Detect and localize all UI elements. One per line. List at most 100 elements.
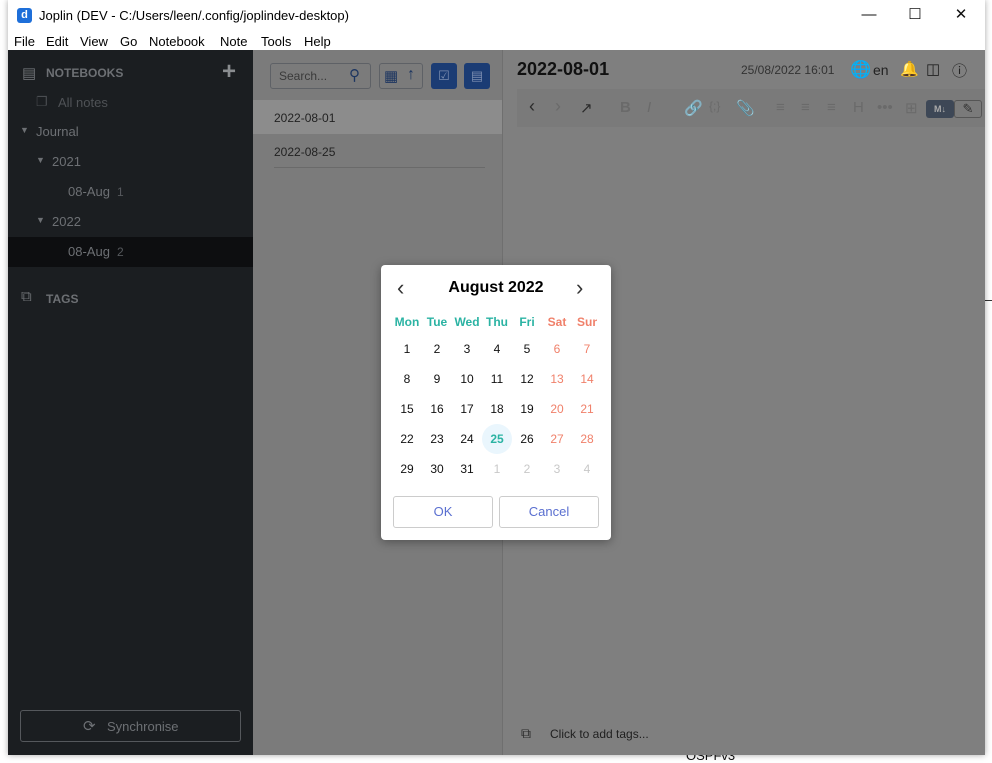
day-cell[interactable]: 7 [572, 335, 602, 363]
chevron-down-icon[interactable]: ▼ [36, 155, 45, 165]
day-cell[interactable]: 31 [452, 455, 482, 483]
bold-icon[interactable]: B [620, 99, 631, 116]
ok-button[interactable]: OK [393, 496, 493, 528]
menu-file[interactable]: File [14, 34, 35, 49]
rich-text-toggle-button[interactable]: ✎ [954, 100, 982, 118]
add-notebook-button[interactable]: + [222, 58, 236, 86]
next-month-button[interactable]: › [576, 275, 583, 301]
code-icon[interactable]: {;} [709, 99, 720, 113]
menu-go[interactable]: Go [120, 34, 137, 49]
day-cell[interactable]: 3 [542, 455, 572, 483]
day-cell[interactable]: 6 [542, 335, 572, 363]
menu-notebook[interactable]: Notebook [149, 34, 205, 49]
note-title: 2022-08-01 [274, 111, 336, 125]
note-title-input[interactable]: 2022-08-01 [517, 59, 609, 80]
link-icon[interactable]: 🔗 [684, 99, 703, 117]
tag-icon: ⧉ [21, 288, 32, 305]
day-cell[interactable]: 15 [392, 395, 422, 423]
day-cell[interactable]: 12 [512, 365, 542, 393]
alarm-icon[interactable]: 🔔 [900, 60, 919, 78]
language-label[interactable]: en [873, 62, 889, 78]
day-cell[interactable]: 2 [422, 335, 452, 363]
weekday-header: Mon [394, 315, 420, 329]
day-cell[interactable]: 9 [422, 365, 452, 393]
day-cell[interactable]: 8 [392, 365, 422, 393]
forward-icon[interactable]: › [555, 96, 561, 117]
all-notes-item[interactable]: All notes [58, 95, 108, 110]
day-cell[interactable]: 3 [452, 335, 482, 363]
markdown-toggle-button[interactable]: M↓ [926, 100, 954, 118]
menu-tools[interactable]: Tools [261, 34, 291, 49]
bullet-list-icon[interactable]: ≡ [776, 99, 785, 116]
more-icon[interactable]: ••• [877, 99, 893, 116]
external-edit-icon[interactable]: ↗ [580, 99, 593, 117]
day-cell[interactable]: 21 [572, 395, 602, 423]
day-cell[interactable]: 1 [482, 455, 512, 483]
new-note-button[interactable]: ▤ [464, 63, 490, 89]
day-cell[interactable]: 5 [512, 335, 542, 363]
day-cell[interactable]: 30 [422, 455, 452, 483]
chevron-down-icon[interactable]: ▼ [20, 125, 29, 135]
day-cell[interactable]: 28 [572, 425, 602, 453]
notebook-2022-aug-selected[interactable]: 08-Aug 2 [8, 237, 253, 267]
joplin-icon: d [17, 8, 32, 23]
heading-icon[interactable]: H [853, 99, 864, 116]
menu-note[interactable]: Note [220, 34, 247, 49]
search-input[interactable]: Search... ⚲ [270, 63, 371, 89]
add-tags-link[interactable]: Click to add tags... [550, 727, 649, 741]
globe-icon[interactable]: 🌐 [850, 60, 871, 80]
day-cell[interactable]: 23 [422, 425, 452, 453]
weekday-header: Sun [577, 315, 597, 329]
numbered-list-icon[interactable]: ≡ [801, 99, 810, 116]
menu-edit[interactable]: Edit [46, 34, 68, 49]
search-icon: ⚲ [349, 67, 360, 84]
menu-view[interactable]: View [80, 34, 108, 49]
minimize-button[interactable]: — [846, 0, 892, 30]
sort-order-button[interactable]: ▦ ↑ [379, 63, 423, 89]
note-count: 2 [117, 245, 124, 259]
day-cell[interactable]: 18 [482, 395, 512, 423]
day-cell[interactable]: 10 [452, 365, 482, 393]
back-icon[interactable]: ‹ [529, 96, 535, 117]
day-cell[interactable]: 22 [392, 425, 422, 453]
note-date: 25/08/2022 16:01 [741, 63, 835, 77]
notebook-2021-aug[interactable]: 08-Aug [68, 184, 110, 199]
day-cell[interactable]: 13 [542, 365, 572, 393]
weekday-header: Wed [454, 315, 480, 329]
day-cell[interactable]: 19 [512, 395, 542, 423]
checklist-icon[interactable]: ≡ [827, 99, 836, 116]
notebook-journal[interactable]: Journal [36, 124, 79, 139]
day-cell-selected[interactable]: 25 [482, 424, 512, 454]
info-icon[interactable]: ⓘ [952, 60, 967, 81]
synchronise-button[interactable]: ⟳ Synchronise [20, 710, 241, 742]
italic-icon[interactable]: I [647, 99, 651, 116]
maximize-button[interactable]: ☐ [892, 0, 938, 30]
day-cell[interactable]: 1 [392, 335, 422, 363]
day-cell[interactable]: 17 [452, 395, 482, 423]
close-button[interactable]: ✕ [938, 0, 984, 30]
new-todo-button[interactable]: ☑ [431, 63, 457, 89]
day-cell[interactable]: 11 [482, 365, 512, 393]
day-cell[interactable]: 4 [572, 455, 602, 483]
day-cell[interactable]: 2 [512, 455, 542, 483]
day-cell[interactable]: 26 [512, 425, 542, 453]
day-cell[interactable]: 16 [422, 395, 452, 423]
toggle-layout-icon[interactable]: ◫ [926, 60, 940, 78]
menu-help[interactable]: Help [304, 34, 331, 49]
day-cell[interactable]: 27 [542, 425, 572, 453]
day-cell[interactable]: 29 [392, 455, 422, 483]
chevron-down-icon[interactable]: ▼ [36, 215, 45, 225]
cancel-button[interactable]: Cancel [499, 496, 599, 528]
notebook-2021[interactable]: 2021 [52, 154, 81, 169]
day-cell[interactable]: 14 [572, 365, 602, 393]
day-cell[interactable]: 4 [482, 335, 512, 363]
note-item-selected[interactable]: 2022-08-01 [253, 100, 502, 134]
day-cell[interactable]: 24 [452, 425, 482, 453]
notebook-2022[interactable]: 2022 [52, 214, 81, 229]
attachment-icon[interactable]: 📎 [736, 99, 755, 117]
insert-date-icon[interactable]: ⊞ [905, 99, 918, 117]
all-notes-icon: ❐ [36, 94, 48, 109]
note-title: 2022-08-25 [274, 145, 336, 159]
day-cell[interactable]: 20 [542, 395, 572, 423]
note-item[interactable]: 2022-08-25 [274, 134, 485, 168]
